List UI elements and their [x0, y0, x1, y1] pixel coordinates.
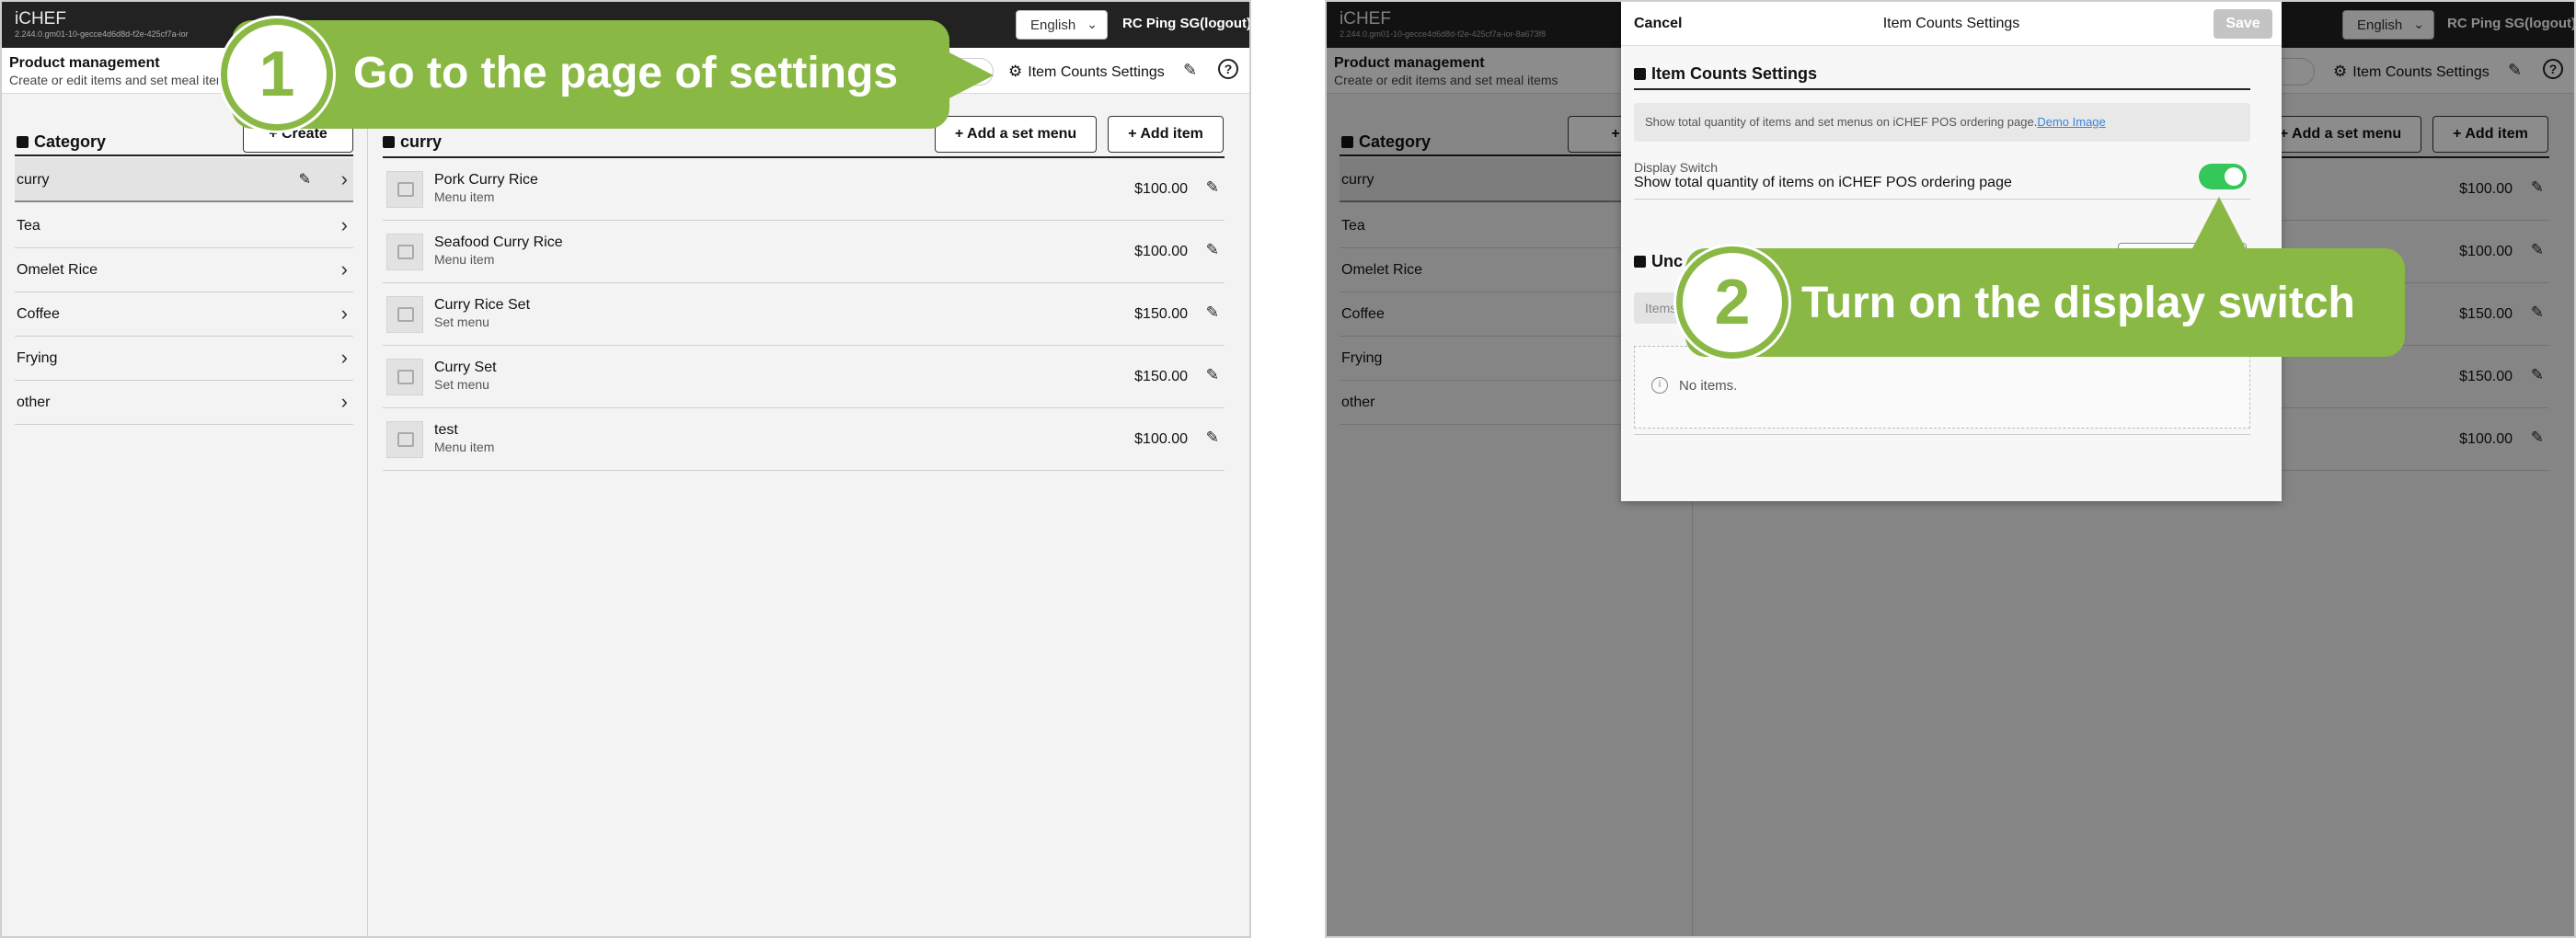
step-2-callout: 2 Turn on the display switch [1676, 197, 2405, 359]
modal-section-heading: Item Counts Settings [1634, 64, 1817, 84]
edit-icon[interactable]: ✎ [299, 170, 311, 189]
chevron-right-icon: › [340, 346, 348, 369]
category-item-coffee[interactable]: Coffee › [15, 292, 353, 337]
add-set-menu-button[interactable]: + Add a set menu [935, 116, 1097, 153]
item-price: $100.00 [1134, 431, 1188, 447]
step-instruction-text: Turn on the display switch [1801, 279, 2355, 327]
display-switch-label: Display Switch [1634, 160, 1719, 175]
item-name: Curry Rice Set [434, 297, 531, 313]
image-placeholder-icon [386, 171, 423, 208]
item-row[interactable]: Curry Set Set menu $150.00 ✎ [383, 346, 1225, 408]
gear-icon: ⚙ [1008, 63, 1023, 80]
image-placeholder-icon [386, 234, 423, 270]
item-type: Menu item [434, 252, 495, 267]
item-row[interactable]: Pork Curry Rice Menu item $100.00 ✎ [383, 158, 1225, 221]
callout-pointer-arrow [2191, 197, 2247, 250]
edit-icon[interactable]: ✎ [1206, 178, 1219, 197]
item-row[interactable]: test Menu item $100.00 ✎ [383, 408, 1225, 471]
user-logout-link[interactable]: RC Ping SG(logout) [1122, 16, 1249, 31]
add-item-button[interactable]: + Add item [1108, 116, 1224, 153]
step-number-badge: 1 [221, 18, 333, 131]
callout-pointer-arrow [940, 48, 994, 103]
item-name: test [434, 422, 458, 438]
modal-header: Cancel Item Counts Settings Save [1621, 2, 2282, 46]
right-screenshot-panel: iCHEF 2.244.0.gm01-10-gecce4d6d8d-f2e-42… [1325, 0, 2576, 938]
edit-icon[interactable]: ✎ [1183, 61, 1197, 80]
language-select-value: English [1030, 17, 1076, 33]
step-number-badge: 2 [1676, 246, 1788, 359]
item-name: Pork Curry Rice [434, 172, 538, 188]
help-icon[interactable]: ? [1218, 59, 1238, 79]
edit-icon[interactable]: ✎ [1206, 366, 1219, 384]
info-box: Show total quantity of items and set men… [1634, 103, 2250, 142]
modal-title: Item Counts Settings [1882, 16, 2020, 31]
item-name: Curry Set [434, 360, 497, 375]
page-subtitle: Create or edit items and set meal items [9, 73, 234, 87]
item-counts-settings-button[interactable]: ⚙ Item Counts Settings [1008, 63, 1165, 81]
item-price: $100.00 [1134, 244, 1188, 259]
display-switch-toggle[interactable] [2199, 164, 2247, 189]
item-name: Seafood Curry Rice [434, 234, 563, 250]
category-item-omelet-rice[interactable]: Omelet Rice › [15, 248, 353, 292]
item-price: $150.00 [1134, 306, 1188, 322]
item-row[interactable]: Seafood Curry Rice Menu item $100.00 ✎ [383, 221, 1225, 283]
category-item-curry[interactable]: curry ✎ › [15, 158, 353, 202]
chevron-down-icon: ⌄ [1087, 17, 1098, 31]
chevron-right-icon: › [340, 257, 348, 280]
chevron-right-icon: › [340, 302, 348, 325]
image-placeholder-icon [386, 296, 423, 333]
chevron-right-icon: › [340, 167, 348, 190]
chevron-right-icon: › [340, 390, 348, 413]
step-1-callout: 1 Go to the page of settings [221, 18, 994, 131]
demo-image-link[interactable]: Demo Image [2037, 115, 2105, 129]
item-row[interactable]: Curry Rice Set Set menu $150.00 ✎ [383, 283, 1225, 346]
image-placeholder-icon [386, 359, 423, 395]
section-heading: curry [383, 132, 442, 152]
item-type: Menu item [434, 189, 495, 204]
category-item-tea[interactable]: Tea › [15, 204, 353, 248]
item-counts-settings-label: Item Counts Settings [1028, 64, 1165, 80]
items-main-area: curry + Add a set menu + Add item Pork C… [368, 94, 1249, 936]
save-button[interactable]: Save [2214, 9, 2272, 39]
item-type: Set menu [434, 377, 489, 392]
language-select[interactable]: English ⌄ [1016, 10, 1108, 40]
left-screenshot-panel: iCHEF 2.244.0.gm01-10-gecce4d6d8d-f2e-42… [0, 0, 1251, 938]
edit-icon[interactable]: ✎ [1206, 303, 1219, 322]
chevron-right-icon: › [340, 213, 348, 236]
item-type: Set menu [434, 315, 489, 329]
item-type: Menu item [434, 440, 495, 454]
display-switch-description: Show total quantity of items on iCHEF PO… [1634, 175, 2012, 190]
app-version: 2.244.0.gm01-10-gecce4d6d8d-f2e-425cf7a-… [15, 29, 189, 39]
toggle-knob [2225, 167, 2243, 186]
item-price: $100.00 [1134, 181, 1188, 197]
item-price: $150.00 [1134, 369, 1188, 384]
category-item-other[interactable]: other › [15, 381, 353, 425]
category-sidebar: Category + Create curry ✎ › Tea › Omelet Ri… [2, 94, 368, 936]
app-brand: iCHEF [15, 9, 66, 29]
step-instruction-text: Go to the page of settings [353, 49, 899, 97]
image-placeholder-icon [386, 421, 423, 458]
edit-icon[interactable]: ✎ [1206, 241, 1219, 259]
category-heading: Category [17, 132, 106, 152]
page-title: Product management [9, 55, 160, 71]
info-icon: i [1651, 377, 1668, 394]
edit-icon[interactable]: ✎ [1206, 429, 1219, 447]
empty-text: No items. [1679, 378, 1738, 394]
category-item-frying[interactable]: Frying › [15, 337, 353, 381]
info-text: Show total quantity of items and set men… [1645, 115, 2038, 129]
